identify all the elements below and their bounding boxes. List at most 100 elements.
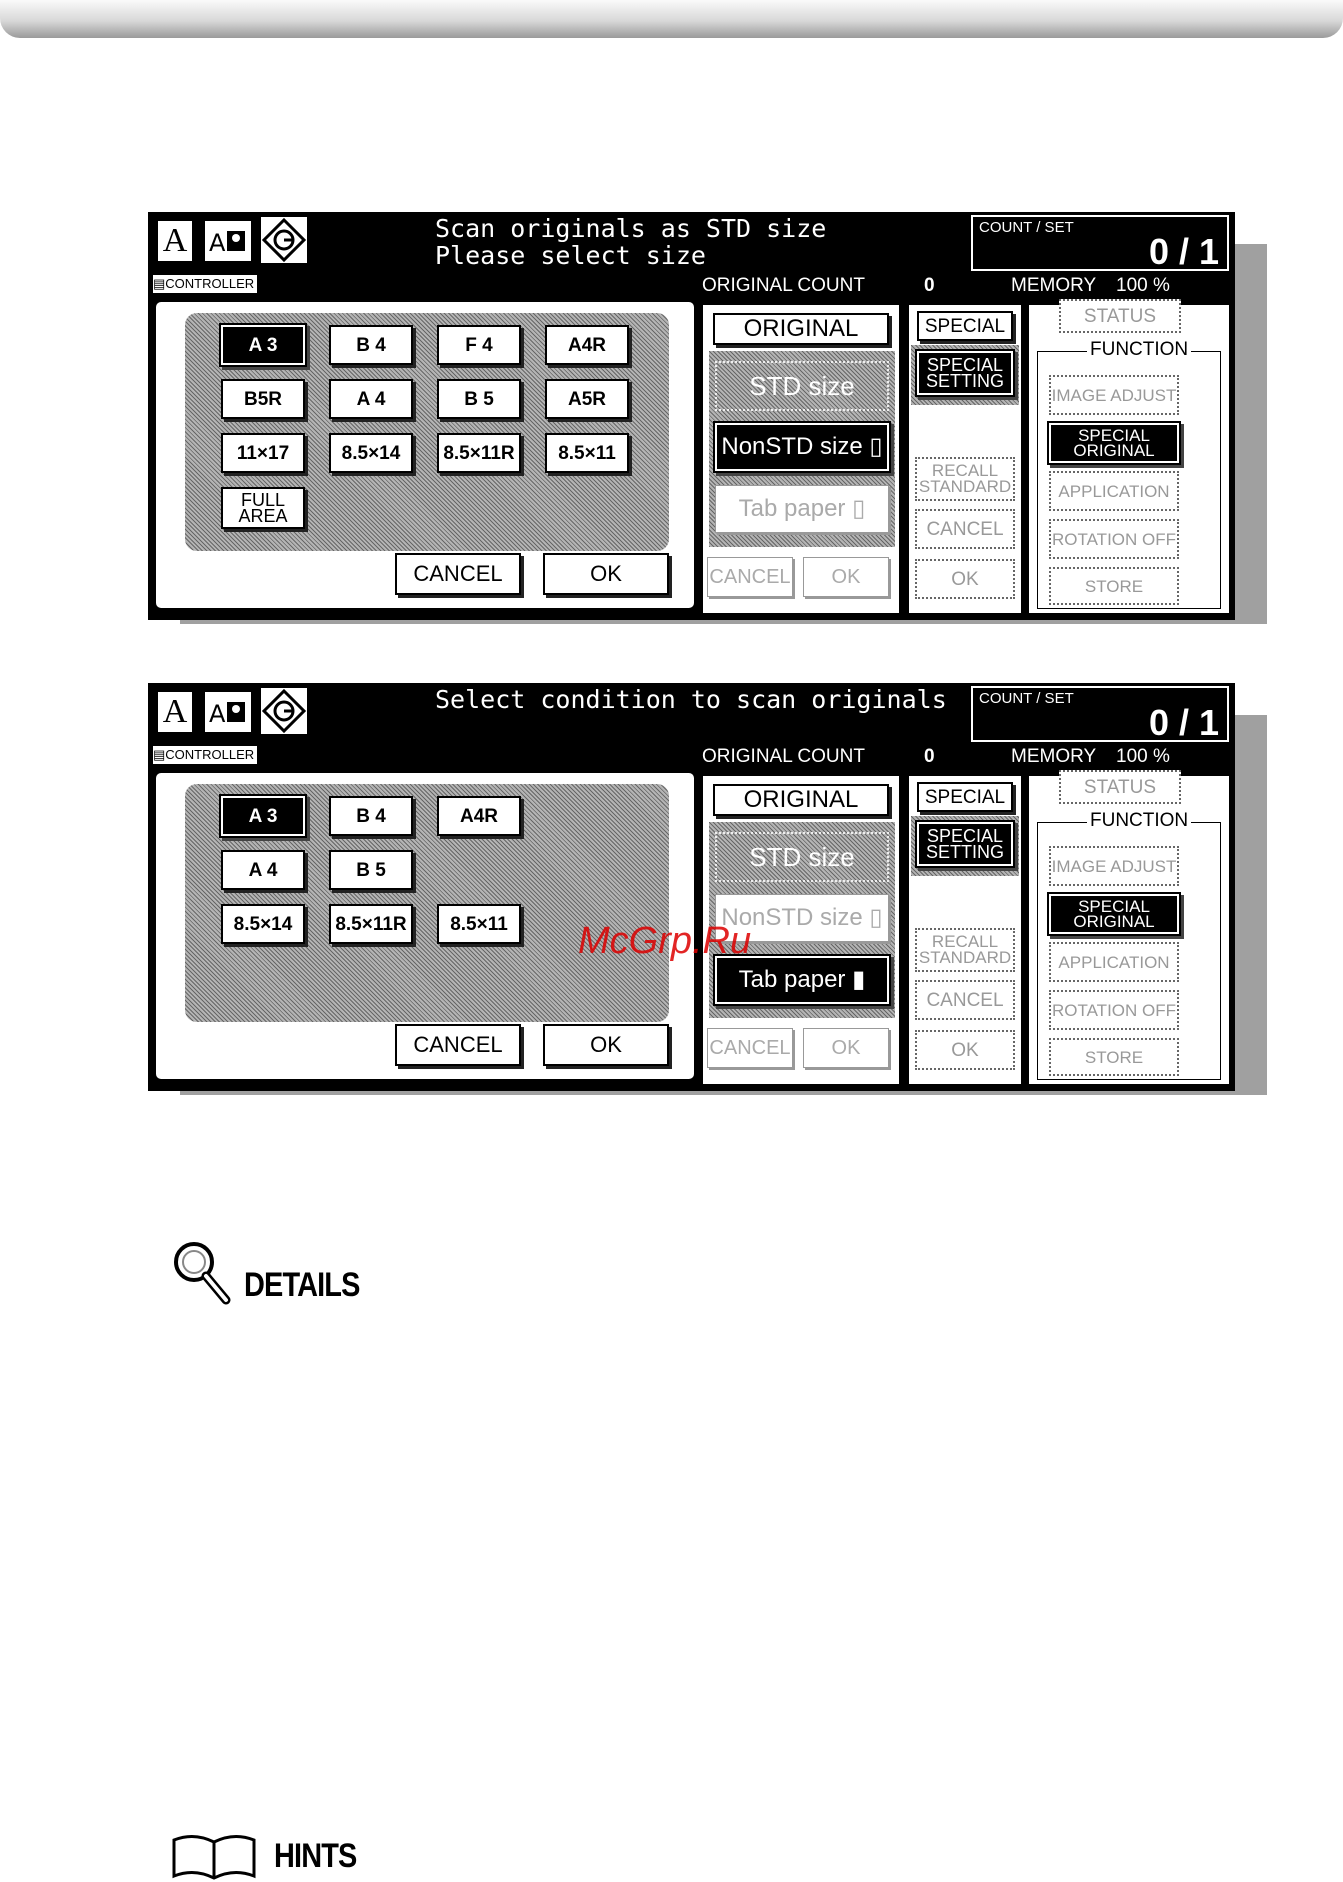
size-button-b4[interactable]: B 4: [329, 325, 413, 365]
store-button[interactable]: STORE: [1049, 1038, 1179, 1076]
hints-label: HINTS: [274, 1836, 357, 1875]
text-mode-icon[interactable]: A: [156, 219, 194, 263]
size-button-a5r[interactable]: A5R: [545, 379, 629, 419]
memory-value: 100 %: [1116, 275, 1170, 296]
svg-text:A: A: [209, 700, 226, 728]
special-original-button[interactable]: SPECIAL ORIGINAL: [1049, 894, 1179, 934]
count-set-box: COUNT / SET 0 / 1: [971, 215, 1229, 272]
count-set-box: COUNT / SET 0 / 1: [971, 686, 1229, 743]
details-label: DETAILS: [244, 1265, 360, 1304]
special-cancel-button[interactable]: CANCEL: [915, 509, 1015, 549]
screen-message: Scan originals as STD size Please select…: [435, 215, 826, 269]
status-button[interactable]: STATUS: [1059, 299, 1181, 333]
watermark-text: McGrp.Ru: [578, 920, 752, 962]
original-count-value: 0: [924, 275, 935, 296]
special-original-button[interactable]: SPECIAL ORIGINAL: [1049, 423, 1179, 463]
special-ok-button[interactable]: OK: [915, 1030, 1015, 1070]
function-label: FUNCTION: [1087, 810, 1192, 832]
image-adjust-button[interactable]: IMAGE ADJUST: [1049, 375, 1179, 415]
size-button-8-5x11r[interactable]: 8.5×11R: [329, 904, 413, 944]
printer-icon: ▤: [153, 276, 166, 291]
special-setting-button[interactable]: SPECIAL SETTING: [917, 822, 1013, 866]
message-line-2: Please select size: [435, 241, 706, 270]
std-size-button[interactable]: STD size: [715, 361, 889, 411]
tab-special[interactable]: SPECIAL: [917, 782, 1013, 812]
tab-original[interactable]: ORIGINAL: [713, 784, 889, 816]
size-button-8-5x11r[interactable]: 8.5×11R: [437, 433, 521, 473]
density-auto-icon[interactable]: [261, 217, 307, 263]
rotation-off-button[interactable]: ROTATION OFF: [1049, 519, 1179, 559]
count-set-value: 0 / 1: [1148, 231, 1219, 272]
size-button-a4r[interactable]: A4R: [545, 325, 629, 365]
function-label: FUNCTION: [1087, 339, 1192, 361]
density-auto-icon[interactable]: [261, 688, 307, 734]
rotation-off-button[interactable]: ROTATION OFF: [1049, 990, 1179, 1030]
tab-original[interactable]: ORIGINAL: [713, 313, 889, 345]
special-ok-button[interactable]: OK: [915, 559, 1015, 599]
controller-indicator: ▤CONTROLLER: [153, 746, 257, 764]
count-set-label: COUNT / SET: [979, 690, 1074, 707]
original-cancel-button[interactable]: CANCEL: [707, 557, 793, 597]
original-ok-button[interactable]: OK: [803, 1028, 889, 1068]
page-icon: ▮: [852, 966, 866, 993]
size-button-a4r[interactable]: A4R: [437, 796, 521, 836]
size-button-a3[interactable]: A 3: [221, 325, 305, 365]
size-button-b5r[interactable]: B5R: [221, 379, 305, 419]
text-photo-mode-icon[interactable]: A: [203, 690, 253, 734]
popup-cancel-button[interactable]: CANCEL: [395, 1024, 521, 1066]
details-heading: DETAILS: [170, 1238, 380, 1306]
tab-paper-button[interactable]: Tab paper ▮: [715, 956, 889, 1004]
size-button-b4[interactable]: B 4: [329, 796, 413, 836]
count-set-label: COUNT / SET: [979, 219, 1074, 236]
std-size-button[interactable]: STD size: [715, 832, 889, 882]
memory-label: MEMORY: [1011, 746, 1097, 767]
tab-paper-button[interactable]: Tab paper ▯: [715, 485, 889, 533]
size-button-a4[interactable]: A 4: [221, 850, 305, 890]
original-count-label: ORIGINAL COUNT: [702, 746, 865, 767]
printer-icon: ▤: [153, 747, 166, 762]
screen-message: Select condition to scan originals: [435, 686, 947, 713]
popup-ok-button[interactable]: OK: [543, 553, 669, 595]
text-photo-mode-icon[interactable]: A: [203, 219, 253, 263]
store-button[interactable]: STORE: [1049, 567, 1179, 605]
memory-value: 100 %: [1116, 746, 1170, 767]
application-button[interactable]: APPLICATION: [1049, 942, 1179, 982]
magnifier-icon: [174, 1242, 231, 1305]
controller-indicator: ▤CONTROLLER: [153, 275, 257, 293]
open-book-icon: [172, 1835, 256, 1880]
memory-label: MEMORY: [1011, 275, 1097, 296]
size-button-8-5x11[interactable]: 8.5×11: [437, 904, 521, 944]
status-button[interactable]: STATUS: [1059, 770, 1181, 804]
image-adjust-button[interactable]: IMAGE ADJUST: [1049, 846, 1179, 886]
svg-text:A: A: [209, 229, 226, 257]
size-button-a4[interactable]: A 4: [329, 379, 413, 419]
tab-special[interactable]: SPECIAL: [917, 311, 1013, 341]
page-icon: ▯: [869, 433, 883, 460]
size-button-full-area[interactable]: FULL AREA: [221, 487, 305, 529]
size-button-8-5x14[interactable]: 8.5×14: [221, 904, 305, 944]
control-panel-screen-2: A A Select condition to scan originals C…: [148, 683, 1267, 1095]
size-button-a3[interactable]: A 3: [221, 796, 305, 836]
original-count-label: ORIGINAL COUNT: [702, 275, 865, 296]
hints-heading: HINTS: [170, 1832, 371, 1880]
size-button-11x17[interactable]: 11×17: [221, 433, 305, 473]
popup-cancel-button[interactable]: CANCEL: [395, 553, 521, 595]
special-setting-button[interactable]: SPECIAL SETTING: [917, 351, 1013, 395]
size-button-b5[interactable]: B 5: [329, 850, 413, 890]
nonstd-size-button[interactable]: NonSTD size ▯: [715, 423, 889, 471]
page-icon: ▯: [869, 904, 883, 931]
recall-standard-button[interactable]: RECALL STANDARD: [915, 928, 1015, 972]
size-button-f4[interactable]: F 4: [437, 325, 521, 365]
original-cancel-button[interactable]: CANCEL: [707, 1028, 793, 1068]
size-button-b5[interactable]: B 5: [437, 379, 521, 419]
text-mode-icon[interactable]: A: [156, 690, 194, 734]
count-set-value: 0 / 1: [1148, 702, 1219, 743]
page-header-bar: [0, 0, 1343, 38]
application-button[interactable]: APPLICATION: [1049, 471, 1179, 511]
popup-ok-button[interactable]: OK: [543, 1024, 669, 1066]
original-ok-button[interactable]: OK: [803, 557, 889, 597]
size-button-8-5x14[interactable]: 8.5×14: [329, 433, 413, 473]
special-cancel-button[interactable]: CANCEL: [915, 980, 1015, 1020]
size-button-8-5x11[interactable]: 8.5×11: [545, 433, 629, 473]
recall-standard-button[interactable]: RECALL STANDARD: [915, 457, 1015, 501]
